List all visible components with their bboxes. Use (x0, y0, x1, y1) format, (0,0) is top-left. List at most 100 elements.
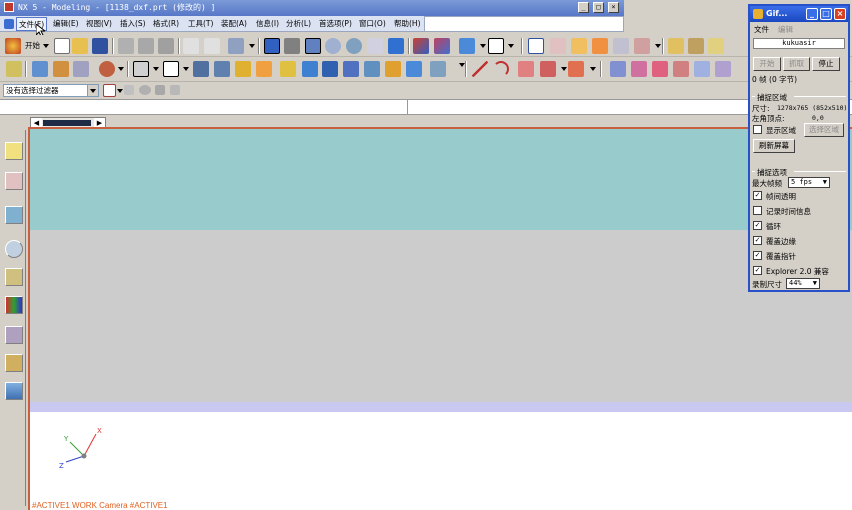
copy-icon[interactable] (138, 38, 154, 54)
layer-icon[interactable] (434, 38, 450, 54)
selection-filter-select[interactable]: 没有选择过滤器 (3, 84, 99, 97)
wcs-display-icon[interactable] (613, 38, 629, 54)
menu-window[interactable]: 窗口(O) (357, 17, 388, 31)
render-style-dropdown-icon[interactable] (480, 44, 486, 48)
project-curve-icon[interactable] (568, 61, 584, 77)
scroll-thumb[interactable] (43, 120, 91, 126)
wcs-icon[interactable] (528, 38, 544, 54)
measure-angle-icon[interactable] (688, 38, 704, 54)
undo-icon[interactable] (183, 38, 199, 54)
wcs-dropdown-icon[interactable] (655, 44, 661, 48)
menu-app-icon[interactable] (4, 19, 14, 29)
option-cover-pointer-checkbox[interactable]: ✓ (753, 251, 762, 260)
cut-icon[interactable] (118, 38, 134, 54)
datum-plane-icon[interactable] (163, 61, 179, 77)
web-browser-icon[interactable] (5, 382, 23, 400)
chevron-down-icon[interactable]: ▼ (813, 279, 817, 288)
menu-help[interactable]: 帮助(H) (392, 17, 423, 31)
process-studio-icon[interactable] (5, 268, 23, 286)
snap-point-icon[interactable] (124, 85, 134, 95)
menu-edit[interactable]: 编辑(E) (51, 17, 81, 31)
option-loop-checkbox[interactable]: ✓ (753, 221, 762, 230)
option-explorer-compat-checkbox[interactable]: ✓ (753, 266, 762, 275)
select-dropdown-icon[interactable] (117, 89, 123, 93)
project-dropdown-icon[interactable] (590, 67, 596, 71)
offset-surface-icon[interactable] (715, 61, 731, 77)
datum-plane-dropdown-icon[interactable] (183, 67, 189, 71)
roles-icon[interactable] (5, 326, 23, 344)
arc-icon[interactable] (493, 61, 509, 77)
edge-blend-icon[interactable] (235, 61, 251, 77)
gif-maximize-button[interactable]: □ (820, 8, 832, 20)
gif-start-button[interactable]: 开始 (753, 57, 781, 71)
view-layout-icon[interactable] (488, 38, 504, 54)
curve-rule-icon[interactable] (139, 85, 151, 95)
select-all-icon[interactable] (103, 84, 116, 97)
menu-tools[interactable]: 工具(T) (186, 17, 215, 31)
start-button-label[interactable]: 开始 (25, 40, 40, 51)
palette-icon[interactable] (5, 296, 23, 314)
max-fps-select[interactable]: 5 fps ▼ (788, 177, 830, 188)
render-style-icon[interactable] (459, 38, 475, 54)
through-curves-icon[interactable] (631, 61, 647, 77)
menu-preferences[interactable]: 首选项(P) (317, 17, 354, 31)
wcs-orient-icon[interactable] (592, 38, 608, 54)
curve-icon[interactable] (518, 61, 534, 77)
gif-capture-button[interactable]: 抓取 (783, 57, 810, 71)
gif-menu-edit[interactable]: 编辑 (778, 24, 793, 35)
reuse-library-icon[interactable] (5, 206, 23, 224)
select-region-button[interactable]: 选择区域 (804, 123, 844, 137)
surface-icon[interactable] (610, 61, 626, 77)
sketch-icon[interactable] (6, 61, 22, 77)
open-folder-icon[interactable] (72, 38, 88, 54)
wcs-rotate-icon[interactable] (571, 38, 587, 54)
system-materials-icon[interactable] (5, 354, 23, 372)
face-rule-icon[interactable] (155, 85, 165, 95)
zoom-icon[interactable] (305, 38, 321, 54)
redo-icon[interactable] (204, 38, 220, 54)
gif-minimize-button[interactable]: _ (806, 8, 818, 20)
spline-icon[interactable] (540, 61, 556, 77)
maximize-button[interactable]: □ (593, 2, 604, 13)
through-mesh-icon[interactable] (652, 61, 668, 77)
revolve-icon[interactable] (53, 61, 69, 77)
menu-format[interactable]: 格式(R) (151, 17, 181, 31)
assembly-navigator-icon[interactable] (5, 142, 23, 160)
option-cover-edges-checkbox[interactable]: ✓ (753, 236, 762, 245)
menu-view[interactable]: 视图(V) (84, 17, 114, 31)
record-size-select[interactable]: 44% ▼ (786, 278, 820, 289)
hole-icon[interactable] (99, 61, 115, 77)
gif-menu-file[interactable]: 文件 (754, 24, 769, 35)
chevron-down-icon[interactable]: ▼ (823, 178, 827, 187)
shaded-view-icon[interactable] (388, 38, 404, 54)
rotate-icon[interactable] (346, 38, 362, 54)
menu-insert[interactable]: 插入(S) (118, 17, 148, 31)
chevron-down-icon[interactable] (87, 85, 98, 96)
view-layout-dropdown-icon[interactable] (508, 44, 514, 48)
feature-dropdown-icon[interactable] (118, 67, 124, 71)
draft-icon[interactable] (302, 61, 318, 77)
sew-icon[interactable] (673, 61, 689, 77)
part-navigator-icon[interactable] (5, 172, 23, 190)
option-frame-transparency-checkbox[interactable]: ✓ (753, 191, 762, 200)
save-icon[interactable] (92, 38, 108, 54)
menu-analysis[interactable]: 分析(L) (284, 17, 313, 31)
option-record-timing-checkbox[interactable] (753, 206, 762, 215)
measure-distance-icon[interactable] (668, 38, 684, 54)
line-icon[interactable] (472, 61, 488, 77)
gif-recorder-titlebar[interactable]: Gif... _ □ × (750, 6, 848, 22)
menu-information[interactable]: 信息(I) (254, 17, 281, 31)
selection-icon[interactable] (228, 38, 244, 54)
datum-icon[interactable] (133, 61, 149, 77)
chamfer-icon[interactable] (256, 61, 272, 77)
extrude-icon[interactable] (32, 61, 48, 77)
sweep-icon[interactable] (73, 61, 89, 77)
start-icon[interactable] (5, 38, 21, 54)
shell-icon[interactable] (280, 61, 296, 77)
window-titlebar[interactable]: NX 5 - Modeling - [1138_dxf.prt (修改的) ] … (0, 0, 624, 16)
boolean-subtract-icon[interactable] (214, 61, 230, 77)
selection-dropdown-icon[interactable] (249, 44, 255, 48)
wcs-origin-icon[interactable] (550, 38, 566, 54)
gif-close-button[interactable]: × (834, 8, 846, 20)
pattern-icon[interactable] (385, 61, 401, 77)
